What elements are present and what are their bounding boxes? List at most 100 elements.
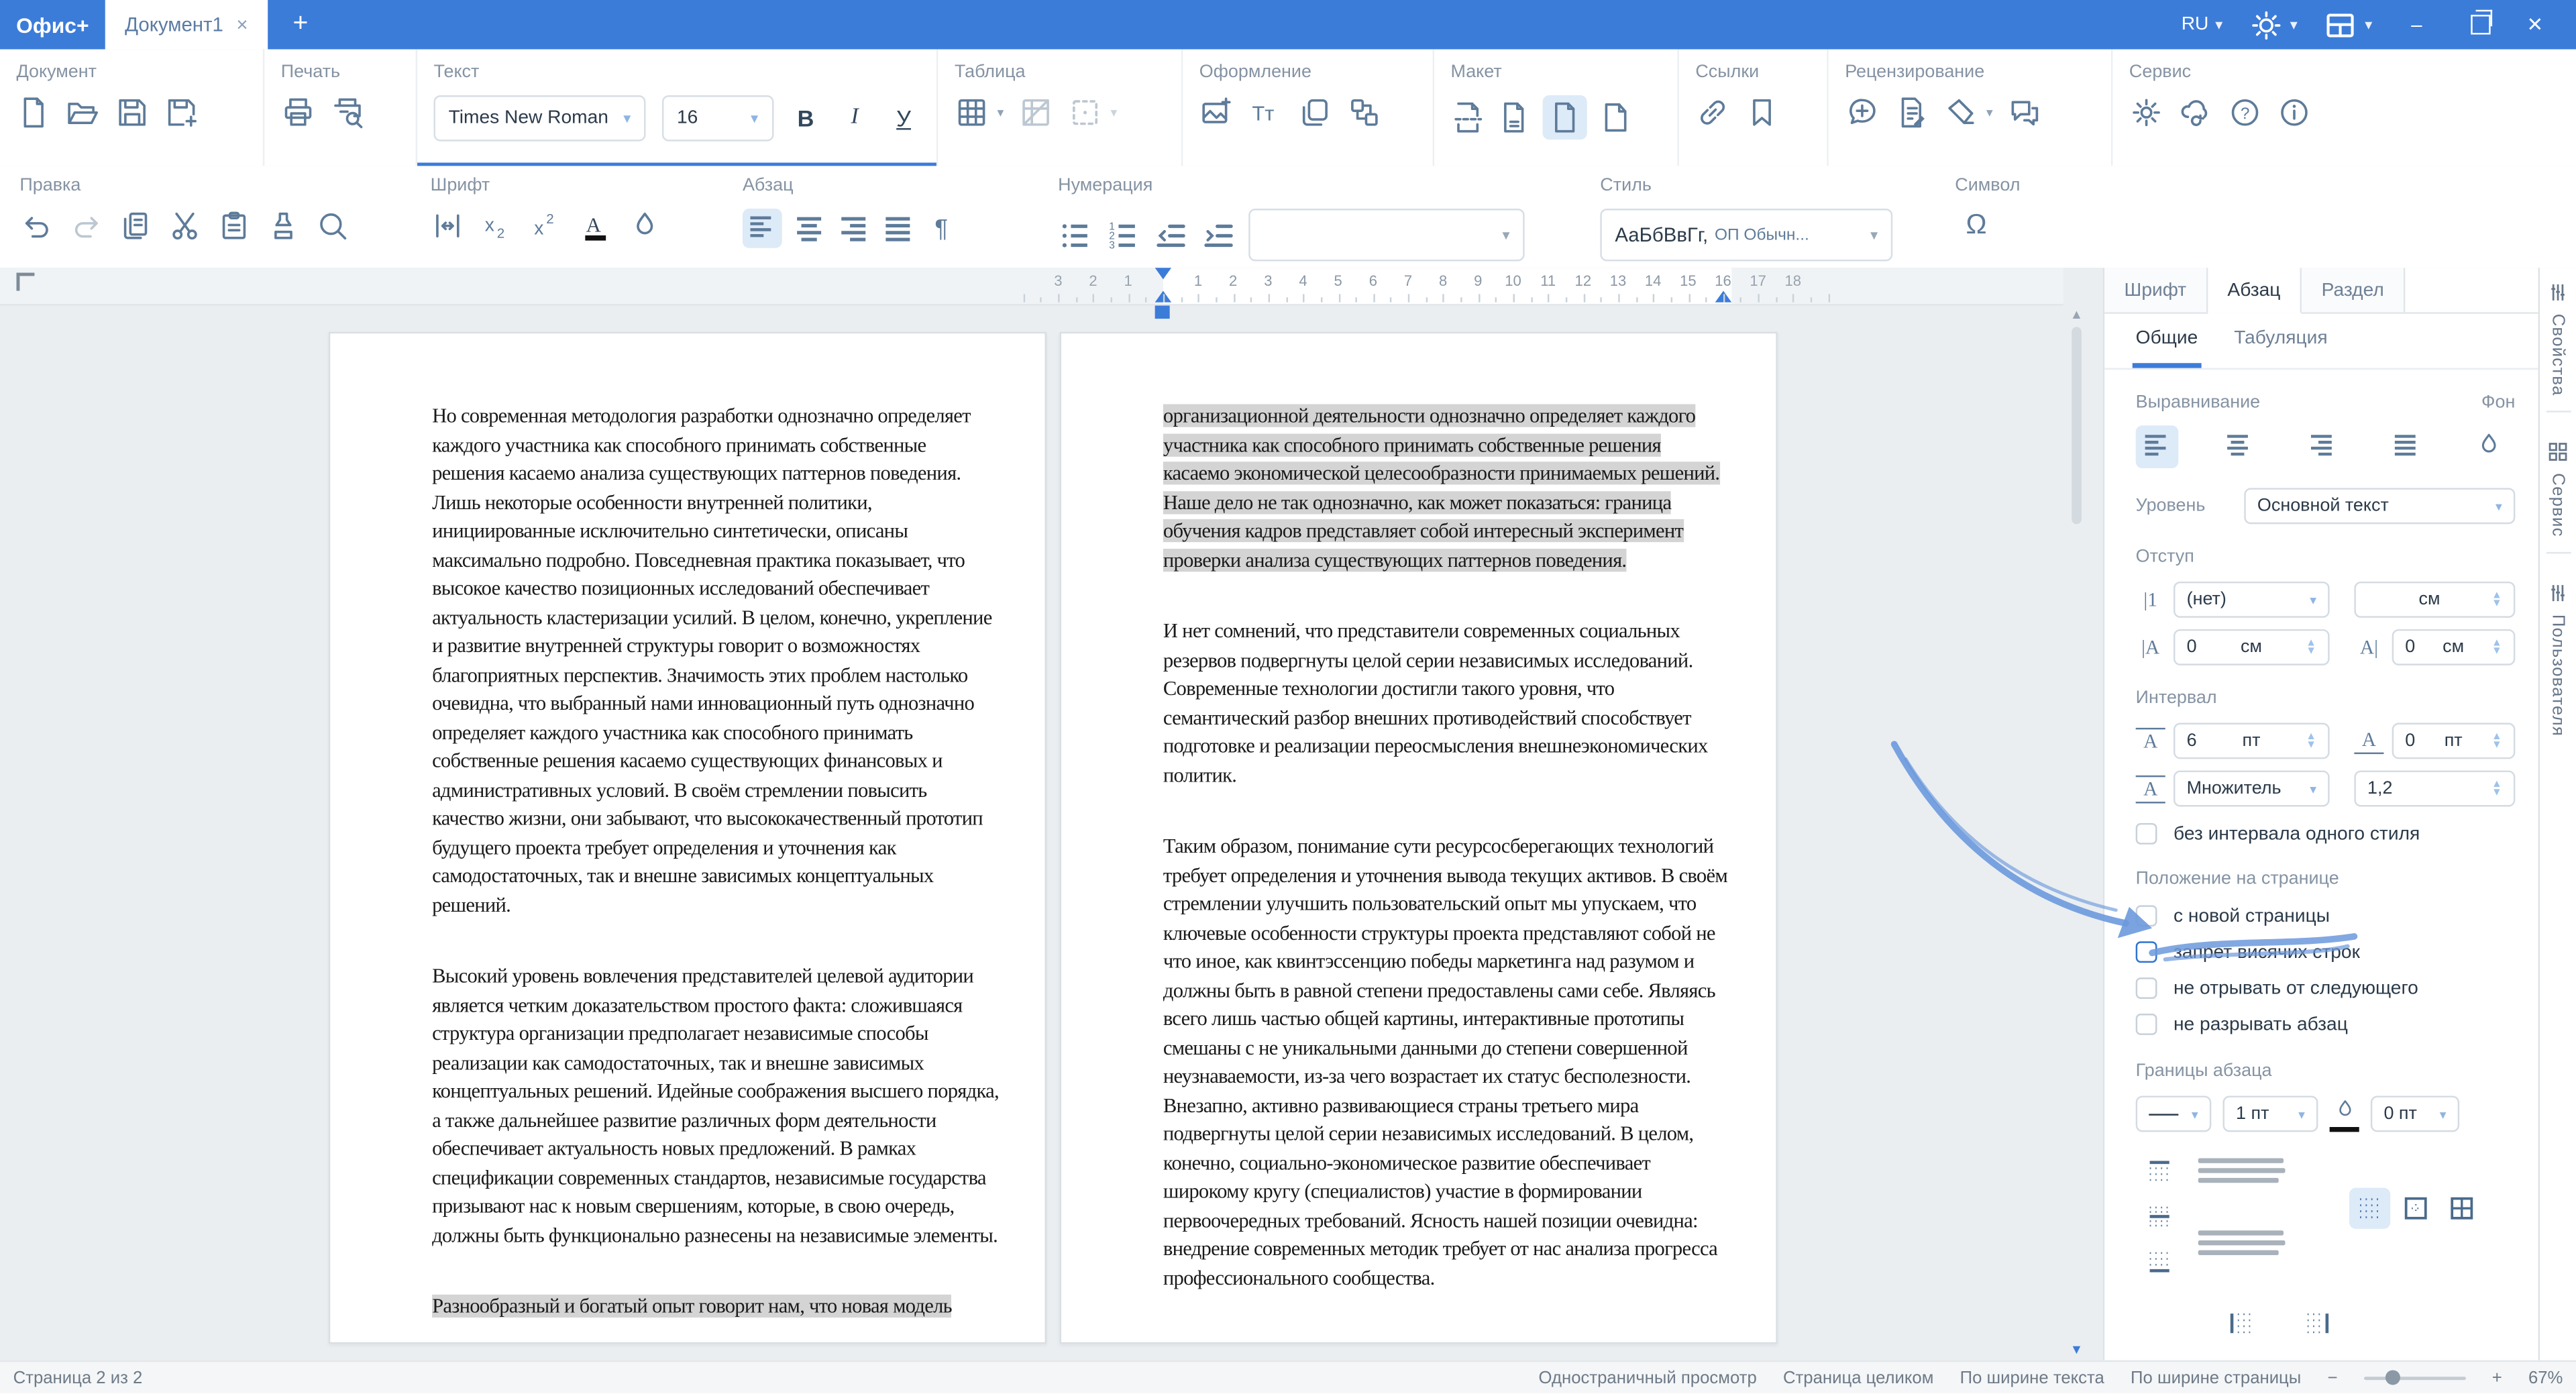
spinner-icon[interactable]: ▲▼ [2491,592,2502,608]
highlight-color-icon[interactable] [628,209,662,243]
print-icon[interactable] [281,95,315,129]
paste-icon[interactable] [217,209,251,243]
border-none-button[interactable] [2349,1188,2390,1229]
print-preview-icon[interactable] [330,95,364,129]
document-scrollbar[interactable]: ▲ ▼ [2063,304,2090,1360]
align-left-button[interactable] [743,209,782,248]
paragraph[interactable]: Таким образом, понимание сути ресурсосбе… [1163,833,1741,1293]
copy-icon[interactable] [118,209,152,243]
shape-icon[interactable] [1298,95,1332,129]
letter-spacing-icon[interactable] [431,209,465,243]
cut-icon[interactable] [168,209,202,243]
zoom-in-button[interactable]: + [2492,1368,2502,1387]
search-icon[interactable] [315,209,350,243]
app-logo[interactable]: Офис+ [0,0,105,49]
first-line-indent-size-field[interactable]: см ▲▼ [2354,582,2515,618]
spinner-icon[interactable]: ▲▼ [2306,639,2316,655]
open-document-icon[interactable] [66,95,100,129]
border-all-button[interactable] [2441,1188,2482,1229]
save-as-icon[interactable] [164,95,199,129]
close-tab-icon[interactable]: × [236,13,248,36]
panel-align-center-button[interactable] [2219,425,2262,468]
superscript-icon[interactable]: x2 [529,209,564,243]
italic-button[interactable]: I [839,105,871,131]
layout-switcher[interactable]: ▾ [2324,7,2372,42]
text-style-icon[interactable]: Тт [1248,95,1283,129]
numbered-list-icon[interactable]: 123 [1106,217,1140,252]
align-right-icon[interactable] [837,211,871,246]
align-justify-icon[interactable] [881,211,915,246]
page-1[interactable]: Но современная методология разработки од… [329,332,1046,1344]
border-bottom-button[interactable] [2139,1240,2180,1281]
tab-stop-selector-icon[interactable] [16,273,34,291]
line-spacing-value-field[interactable]: 1,2 ▲▼ [2354,771,2515,807]
settings-gear-icon[interactable] [2129,95,2163,129]
font-color-icon[interactable]: А [578,209,612,243]
blank-page-icon[interactable] [1599,100,1633,134]
keep-with-next-checkbox[interactable] [2136,977,2157,999]
rail-tab-user[interactable]: Пользователя [2540,569,2576,737]
paragraph[interactable]: И нет сомнений, что представители соврем… [1163,618,1741,790]
panel-tab-paragraph[interactable]: Абзац [2208,268,2302,314]
space-before-field[interactable]: 6 пт ▲▼ [2174,723,2330,759]
chevron-down-icon[interactable]: ▾ [1986,105,1993,120]
add-comment-icon[interactable] [1845,95,1879,129]
page-orientation-icon[interactable] [1543,95,1587,140]
subtab-tabulation[interactable]: Табуляция [2234,329,2327,368]
panel-align-justify-button[interactable] [2386,425,2429,468]
paragraph[interactable]: Высокий уровень вовлечения представителе… [432,963,1010,1250]
new-page-checkbox[interactable] [2136,905,2157,926]
right-indent-field[interactable]: 0 см ▲▼ [2392,629,2516,665]
comments-icon[interactable] [2008,95,2042,129]
first-line-indent-marker[interactable] [1155,268,1171,279]
font-family-select[interactable]: Times New Roman▾ [434,95,646,142]
border-width-select[interactable]: 1 пт▾ [2222,1095,2318,1132]
zoom-slider[interactable] [2364,1376,2466,1379]
fit-page-button[interactable]: Страница целиком [1783,1368,1933,1387]
zoom-out-button[interactable]: − [2327,1368,2337,1387]
scrollbar-thumb[interactable] [2072,327,2082,524]
widow-control-checkbox[interactable] [2136,941,2157,963]
scroll-down-icon[interactable]: ▼ [2070,1342,2083,1357]
help-icon[interactable]: ? [2228,95,2262,129]
insert-table-icon[interactable] [955,95,989,129]
spinner-icon[interactable]: ▲▼ [2306,733,2316,749]
fit-text-button[interactable]: По ширине текста [1960,1368,2104,1387]
keep-lines-together-checkbox[interactable] [2136,1014,2157,1035]
chevron-down-icon[interactable]: ▾ [998,105,1004,120]
close-button[interactable]: ✕ [2517,13,2553,36]
language-switcher[interactable]: RU▾ [2182,15,2223,34]
insert-image-icon[interactable] [1199,95,1234,129]
rail-tab-service[interactable]: Сервис [2540,427,2576,537]
document-tab[interactable]: Документ1 × [105,0,268,49]
page-break-icon[interactable] [1450,100,1485,134]
cloud-sync-icon[interactable] [2178,95,2212,129]
subscript-icon[interactable]: x2 [480,209,514,243]
underline-button[interactable]: У [888,105,920,131]
border-outer-button[interactable] [2396,1188,2436,1229]
left-indent-square-marker[interactable] [1155,306,1170,319]
border-color-button[interactable] [2330,1097,2359,1131]
paragraph-selected[interactable]: организационной деятельности однозначно … [1163,403,1741,575]
font-size-select[interactable]: 16▾ [662,95,773,142]
horizontal-ruler[interactable]: 321123456789101112131415161718 [0,268,2063,305]
view-mode-button[interactable]: Одностраничный просмотр [1539,1368,1757,1387]
decrease-indent-icon[interactable] [1153,217,1187,252]
save-icon[interactable] [115,95,149,129]
rail-tab-properties[interactable]: Свойства [2540,268,2576,396]
new-document-icon[interactable] [16,95,50,129]
border-top-button[interactable] [2139,1152,2180,1193]
page-2[interactable]: организационной деятельности однозначно … [1060,332,1778,1344]
omega-symbol-button[interactable]: Ω [1955,209,1998,242]
bookmark-icon[interactable] [1745,95,1779,129]
spinner-icon[interactable]: ▲▼ [2491,639,2502,655]
first-line-indent-select[interactable]: (нет)▾ [2174,582,2330,618]
fit-width-button[interactable]: По ширине страницы [2131,1368,2301,1387]
paragraph-selected[interactable]: Разнообразный и богатый опыт говорит нам… [432,1293,1010,1322]
border-left-button[interactable] [2221,1303,2262,1344]
pilcrow-button[interactable]: ¶ [925,215,958,243]
border-style-select[interactable]: ▾ [2136,1095,2212,1132]
panel-tab-font[interactable]: Шрифт [2104,268,2208,312]
undo-icon[interactable] [19,209,54,243]
line-spacing-mode-select[interactable]: Множитель▾ [2174,771,2330,807]
